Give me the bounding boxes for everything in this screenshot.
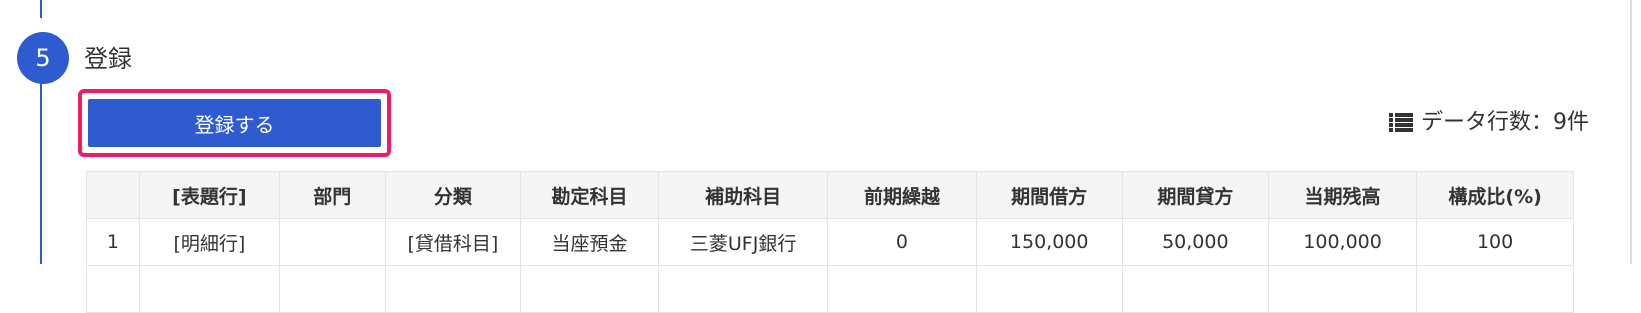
- step-connector-line-top: [40, 0, 42, 18]
- table-cell: [貸借科目]: [384, 218, 522, 266]
- table-cell: [384, 265, 522, 313]
- table-cell: [278, 218, 386, 266]
- table-cell: 100,000: [1267, 218, 1418, 266]
- column-header: [86, 171, 140, 219]
- table-cell: [1121, 265, 1269, 313]
- register-button-highlight: 登録する: [78, 89, 391, 157]
- scrollbar-track[interactable]: [1630, 0, 1632, 264]
- step-connector-line-bottom: [40, 78, 42, 264]
- column-header: 構成比(%): [1416, 171, 1574, 219]
- data-count-label: データ行数：9件: [1421, 110, 1589, 135]
- list-icon: [1389, 113, 1413, 133]
- table-cell: [1416, 265, 1574, 313]
- column-header: 部門: [278, 171, 386, 219]
- column-header: 当期残高: [1267, 171, 1418, 219]
- table-cell: [明細行]: [138, 218, 280, 266]
- table-cell: [1267, 265, 1418, 313]
- table-cell: [975, 265, 1123, 313]
- table-cell: 100: [1416, 218, 1574, 266]
- table-cell: [520, 265, 659, 313]
- table-cell: 1: [86, 218, 140, 266]
- table-cell: [86, 265, 140, 313]
- table-row[interactable]: 1 [明細行] [貸借科目] 当座預金 三菱UFJ銀行 0 150,000 50…: [86, 218, 1574, 266]
- column-header: 期間貸方: [1121, 171, 1269, 219]
- table-cell: 0: [827, 218, 977, 266]
- column-header: 期間借方: [975, 171, 1123, 219]
- table-cell: 150,000: [975, 218, 1123, 266]
- table-cell: [657, 265, 829, 313]
- table-row[interactable]: [86, 265, 1574, 313]
- column-header: 補助科目: [657, 171, 829, 219]
- table-cell: 三菱UFJ銀行: [657, 218, 829, 266]
- register-button[interactable]: 登録する: [88, 99, 381, 147]
- data-table: [表題行] 部門 分類 勘定科目 補助科目 前期繰越 期間借方 期間貸方 当期残…: [86, 171, 1574, 313]
- data-count: データ行数：9件: [1389, 108, 1589, 138]
- table-cell: [827, 265, 977, 313]
- column-header: 勘定科目: [520, 171, 659, 219]
- table-cell: 50,000: [1121, 218, 1269, 266]
- table-cell: 当座預金: [520, 218, 659, 266]
- column-header: 前期繰越: [827, 171, 977, 219]
- column-header: [表題行]: [138, 171, 280, 219]
- column-header: 分類: [384, 171, 522, 219]
- table-cell: [138, 265, 280, 313]
- table-header-row: [表題行] 部門 分類 勘定科目 補助科目 前期繰越 期間借方 期間貸方 当期残…: [86, 171, 1574, 219]
- step-title: 登録: [84, 45, 132, 73]
- table-cell: [278, 265, 386, 313]
- step-number-badge: 5: [17, 32, 69, 84]
